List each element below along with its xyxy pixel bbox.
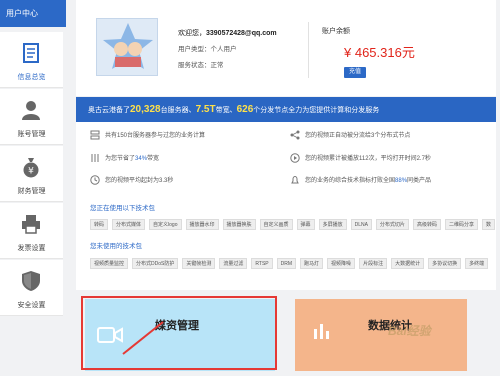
user-summary-card: 欢迎您，3390572428@qq.com 用户类型：个人用户 服务状态：正常 …: [76, 0, 496, 96]
avatar-illustration: [103, 23, 153, 69]
tech-package-tag: 视频降噪: [327, 258, 356, 269]
document-icon: [23, 43, 39, 63]
balance-value: ¥ 465.316元: [344, 45, 415, 60]
unused-packages-title: 您未使用的技术包: [90, 243, 142, 250]
balance-label: 账户余额: [322, 28, 350, 35]
tech-package-tag: 片段标注: [359, 258, 388, 269]
svg-text:¥: ¥: [28, 167, 34, 177]
tech-package-tag: 多终端: [465, 258, 489, 269]
tech-package-tag: 播放器水印: [185, 219, 219, 230]
banner-text: 奥古云港备了: [88, 107, 130, 114]
tech-package-tag: 转码: [90, 219, 109, 230]
avatar: [96, 18, 158, 76]
data-statistics-tile[interactable]: 数据统计: [295, 299, 467, 371]
using-tags: 转码 分布式媒体 自定义logo 播放器水印 播放器换肤 自定义画质 弹幕 多屏播放 DLNA 分…: [90, 219, 500, 233]
service-status: 服务状态：正常: [178, 62, 224, 69]
stat-text: 您的视频正自动被分流给3个分布式节点: [305, 133, 411, 139]
watermark: Bai经验: [388, 324, 431, 338]
node-count: 626: [236, 104, 254, 115]
tech-package-tag: 自定义logo: [149, 219, 182, 230]
welcome-text: 欢迎您，: [178, 30, 206, 37]
sidebar-item-label: 账号管理: [17, 131, 46, 138]
bar-chart-icon: [314, 324, 329, 339]
shield-icon: [22, 271, 40, 291]
tech-package-tag: 视频质量监控: [90, 258, 129, 269]
server-icon: [90, 130, 100, 140]
stat-text: 同类产品: [407, 178, 432, 184]
stat-text: 为您节省了: [105, 156, 136, 162]
user-icon: [22, 101, 40, 120]
money-bag-icon: ¥: [23, 158, 39, 178]
sidebar-item-invoice[interactable]: 发票设置: [0, 203, 63, 259]
clock-icon: [90, 175, 100, 186]
tech-package-tag: 分布式切片: [375, 219, 409, 230]
play-icon: [290, 153, 300, 164]
unused-tags: 视频质量监控 分布式DDoS防护 关键帧检测 流量过滤 RTSP DRM 跑马灯 视频降噪 片段…: [90, 258, 500, 272]
stat-text: 带宽: [147, 156, 160, 162]
stats-panel: 共有150台服务器参与过您的业务计算 您的视频正自动被分流给3个分布式节点 为您…: [76, 122, 496, 290]
tech-package-tag: 跑马灯: [300, 258, 324, 269]
stat-text: 您的业务的综合技术指标打败全国: [305, 178, 396, 184]
sidebar-item-overview[interactable]: 信息总览: [0, 32, 63, 88]
annotation-arrow: [122, 321, 164, 355]
tech-package-tag: 数: [481, 219, 495, 230]
stat-text: 您的视频平均起封为3.3秒: [105, 178, 174, 184]
banner-text: 台服务器、: [160, 107, 196, 114]
server-count: 20,328: [130, 104, 161, 115]
tech-package-tag: 分布式DDoS防护: [132, 258, 179, 269]
stat-text: 共有150台服务器参与过您的业务计算: [105, 133, 206, 139]
stat-plays: 您的视频累计被播放112次，平均打开时间2.7秒: [290, 153, 431, 164]
sidebar-item-label: 安全设置: [17, 302, 46, 309]
banner-text: 带宽、: [215, 107, 237, 114]
sidebar-item-label: 发票设置: [17, 245, 46, 252]
recharge-button[interactable]: 充值: [344, 67, 366, 78]
sidebar-item-label: 信息总览: [17, 74, 46, 81]
tech-package-tag: 播放器换肤: [222, 219, 256, 230]
user-type: 用户类型：个人用户: [178, 46, 237, 53]
bandwidth-icon: [91, 154, 99, 163]
sidebar-item-account[interactable]: 账号管理: [0, 89, 63, 145]
stat-nodes: 您的视频正自动被分流给3个分布式节点: [290, 130, 410, 140]
tech-package-tag: DRM: [276, 258, 297, 269]
stat-startup: 您的视频平均起封为3.3秒: [90, 175, 174, 186]
user-email: 3390572428@qq.com: [206, 30, 277, 37]
tech-package-tag: RTSP: [251, 258, 273, 269]
bandwidth-value: 7.5T: [195, 104, 216, 115]
tech-package-tag: 弹幕: [296, 219, 315, 230]
using-packages-title: 您正在使用以下技术包: [90, 205, 155, 212]
highlight-box: [81, 296, 277, 370]
stat-text: 您的视频累计被播放112次，平均打开时间2.7秒: [305, 156, 431, 162]
sidebar-header: 用户中心: [0, 0, 66, 27]
stat-highlight: 88%: [395, 178, 408, 184]
printer-icon: [22, 215, 40, 234]
tech-package-tag: DLNA: [350, 219, 372, 230]
stat-bandwidth: 为您节省了34%带宽: [90, 153, 159, 163]
tech-package-tag: 自定义画质: [259, 219, 293, 230]
sidebar-item-finance[interactable]: ¥ 财务管理: [0, 146, 63, 202]
tech-package-tag: 高级转码: [412, 219, 441, 230]
stat-highlight: 34%: [135, 156, 148, 162]
tech-package-tag: 关键帧检测: [182, 258, 216, 269]
stat-servers: 共有150台服务器参与过您的业务计算: [90, 130, 205, 140]
tech-package-tag: 分布式媒体: [112, 219, 146, 230]
tech-package-tag: 二维码分享: [444, 219, 478, 230]
tech-package-tag: 大数据统计: [391, 258, 425, 269]
tech-package-tag: 多屏播放: [318, 219, 347, 230]
tech-package-tag: 流量过滤: [219, 258, 248, 269]
sidebar-item-security[interactable]: 安全设置: [0, 260, 63, 316]
tech-package-tag: 多协议切换: [428, 258, 462, 269]
capacity-banner: 奥古云港备了20,328台服务器、7.5T带宽、626个分发节点全力为您提供计算…: [76, 97, 496, 122]
bell-icon: [291, 176, 299, 184]
stat-ranking: 您的业务的综合技术指标打败全国88%同类产品: [290, 175, 431, 185]
sidebar-item-label: 财务管理: [17, 188, 46, 195]
divider: [308, 22, 309, 78]
banner-text: 个分发节点全力为您提供计算和分发服务: [253, 107, 380, 114]
user-info: 欢迎您，3390572428@qq.com 用户类型：个人用户 服务状态：正常: [178, 26, 277, 74]
sidebar: 用户中心 信息总览 账号管理 ¥ 财务管理 发票设置 安全设置: [0, 0, 66, 376]
share-icon: [290, 130, 300, 140]
